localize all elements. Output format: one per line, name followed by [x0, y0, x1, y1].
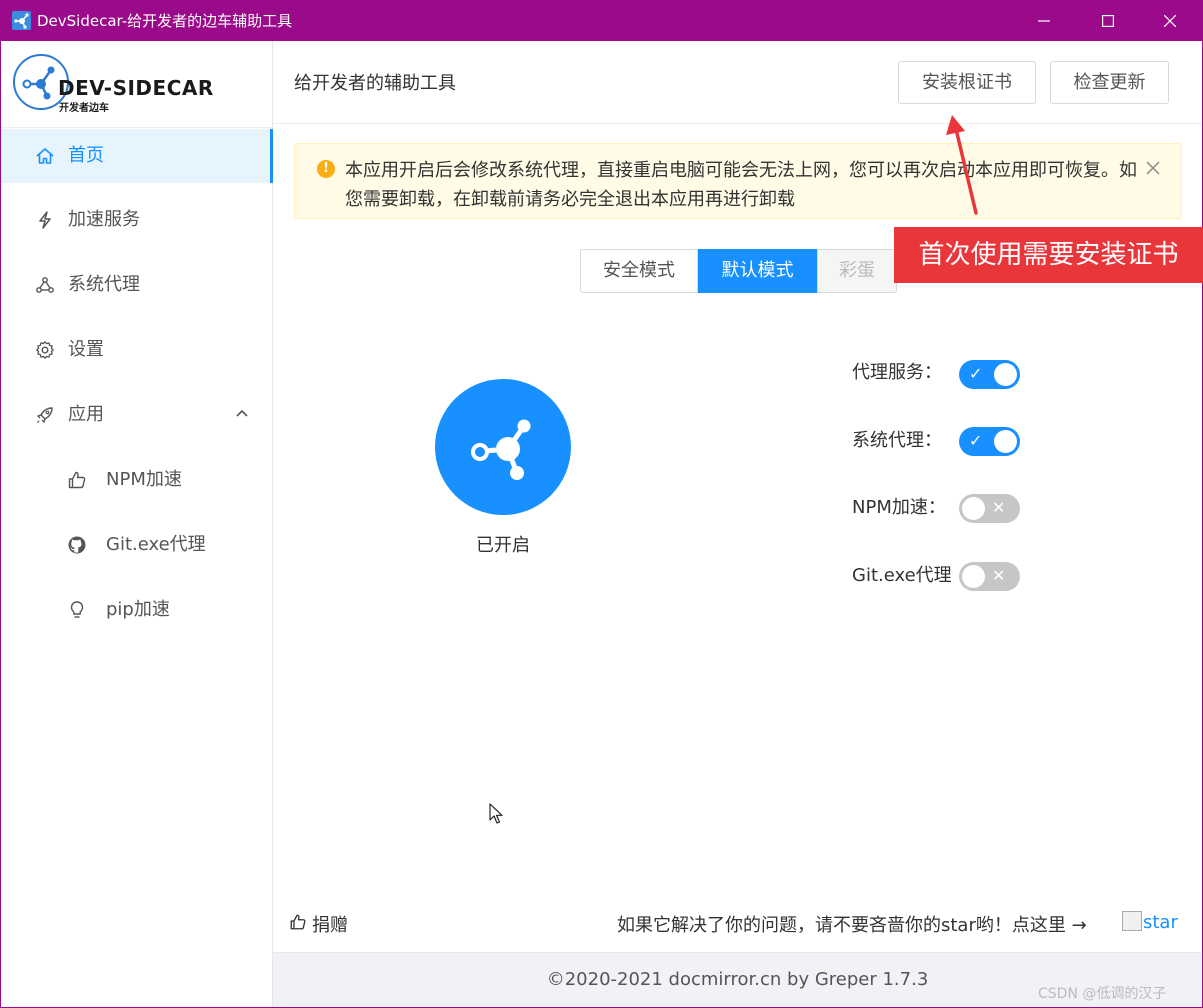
- maximize-icon: [1102, 15, 1114, 27]
- close-icon: [1164, 15, 1176, 27]
- git-proxy-label: Git.exe代理: [852, 565, 952, 586]
- mouse-cursor-icon: [489, 803, 503, 824]
- warning-icon: !: [317, 160, 335, 178]
- lightning-icon: [39, 211, 51, 229]
- close-button[interactable]: [1138, 1, 1202, 41]
- sidebar-item-label: 系统代理: [68, 274, 140, 295]
- app-icon: [12, 11, 31, 30]
- system-proxy-label: 系统代理：: [852, 430, 942, 451]
- tab-default-mode[interactable]: 默认模式: [698, 249, 817, 293]
- sidebar-item-settings[interactable]: 设置: [1, 323, 272, 377]
- rocket-icon: [36, 407, 53, 424]
- sidebar-item-acceleration[interactable]: 加速服务: [1, 193, 272, 247]
- logo-subtitle: 开发者边车: [59, 103, 109, 114]
- sidebar-item-label: Git.exe代理: [106, 534, 206, 555]
- github-icon: [68, 536, 86, 554]
- tab-safe-mode[interactable]: 安全模式: [580, 249, 698, 293]
- system-proxy-switch[interactable]: ✓: [959, 427, 1020, 456]
- star-alt-text: star: [1143, 912, 1178, 933]
- gear-icon: [36, 341, 54, 359]
- sidebar-item-apps[interactable]: 应用: [1, 388, 272, 442]
- warning-alert: ! 本应用开启后会修改系统代理，直接重启电脑可能会无法上网，您可以再次启动本应用…: [294, 143, 1182, 219]
- sidebar-item-label: 应用: [68, 404, 104, 425]
- cross-icon: ✕: [992, 566, 1006, 585]
- switch-knob: [994, 430, 1017, 453]
- proxy-start-button[interactable]: [435, 379, 571, 515]
- minimize-icon: [1038, 20, 1050, 22]
- page-title: 给开发者的辅助工具: [294, 73, 456, 94]
- logo-divider: [1, 127, 272, 128]
- install-cert-button[interactable]: 安装根证书: [898, 61, 1036, 104]
- title-bar[interactable]: DevSidecar-给开发者的边车辅助工具: [1, 1, 1202, 41]
- sidebar-item-pip[interactable]: pip加速: [1, 583, 272, 637]
- switch-knob: [962, 497, 985, 520]
- sidebar-item-label: 加速服务: [68, 209, 140, 230]
- switch-knob: [962, 565, 985, 588]
- annotation-arrow: [946, 115, 978, 215]
- header: 给开发者的辅助工具 安装根证书 检查更新: [273, 41, 1202, 124]
- app-window: DevSidecar-给开发者的边车辅助工具 DEV-SIDECAR 开发者边车…: [0, 0, 1203, 1008]
- donate-label: 捐赠: [312, 915, 348, 936]
- cross-icon: ✕: [992, 498, 1006, 517]
- nodes-icon: [471, 419, 531, 480]
- sidebar-item-git[interactable]: Git.exe代理: [1, 518, 272, 572]
- npm-accel-label: NPM加速：: [852, 497, 946, 518]
- window-title: DevSidecar-给开发者的边车辅助工具: [37, 12, 293, 30]
- sidebar-item-label: 首页: [68, 145, 104, 166]
- alert-close-icon[interactable]: [1146, 161, 1160, 175]
- watermark: CSDN @低调的汉子: [1038, 986, 1167, 1002]
- sidebar: DEV-SIDECAR 开发者边车 首页 加速服务 系统代理 设置 应用 NPM…: [1, 41, 273, 1007]
- maximize-button[interactable]: [1076, 1, 1140, 41]
- proxy-service-label: 代理服务：: [852, 362, 942, 383]
- check-update-button[interactable]: 检查更新: [1050, 61, 1169, 104]
- thumb-up-icon: [290, 914, 306, 930]
- switch-knob: [994, 363, 1017, 386]
- logo: DEV-SIDECAR 开发者边车: [13, 54, 214, 114]
- check-icon: ✓: [969, 364, 983, 383]
- star-prompt[interactable]: 如果它解决了你的问题，请不要吝啬你的star哟！点这里 →: [617, 911, 1087, 937]
- broken-image-icon: [1122, 911, 1142, 931]
- check-icon: ✓: [969, 431, 983, 450]
- status-label: 已开启: [476, 535, 530, 556]
- chevron-up-icon: [236, 409, 248, 417]
- alert-text: 本应用开启后会修改系统代理，直接重启电脑可能会无法上网，您可以再次启动本应用即可…: [345, 160, 1137, 210]
- sidebar-item-label: NPM加速: [106, 469, 182, 490]
- share-nodes-icon: [36, 277, 54, 293]
- bulb-icon: [70, 601, 84, 618]
- tab-easter-egg[interactable]: 彩蛋: [817, 249, 897, 293]
- logo-text: DEV-SIDECAR: [58, 76, 214, 100]
- sidebar-item-npm[interactable]: NPM加速: [1, 453, 272, 507]
- sidebar-item-system-proxy[interactable]: 系统代理: [1, 258, 272, 312]
- sidebar-item-label: pip加速: [106, 599, 170, 620]
- sidebar-item-label: 设置: [68, 339, 104, 360]
- star-badge-link[interactable]: star: [1122, 911, 1178, 933]
- annotation-callout: 首次使用需要安装证书: [894, 227, 1203, 283]
- git-proxy-switch[interactable]: ✕: [959, 562, 1020, 591]
- npm-accel-switch[interactable]: ✕: [959, 494, 1020, 523]
- minimize-button[interactable]: [1012, 1, 1076, 41]
- proxy-service-switch[interactable]: ✓: [959, 360, 1020, 389]
- home-icon: [36, 148, 54, 164]
- sidebar-item-home[interactable]: 首页: [1, 129, 273, 183]
- thumb-up-icon: [68, 471, 86, 489]
